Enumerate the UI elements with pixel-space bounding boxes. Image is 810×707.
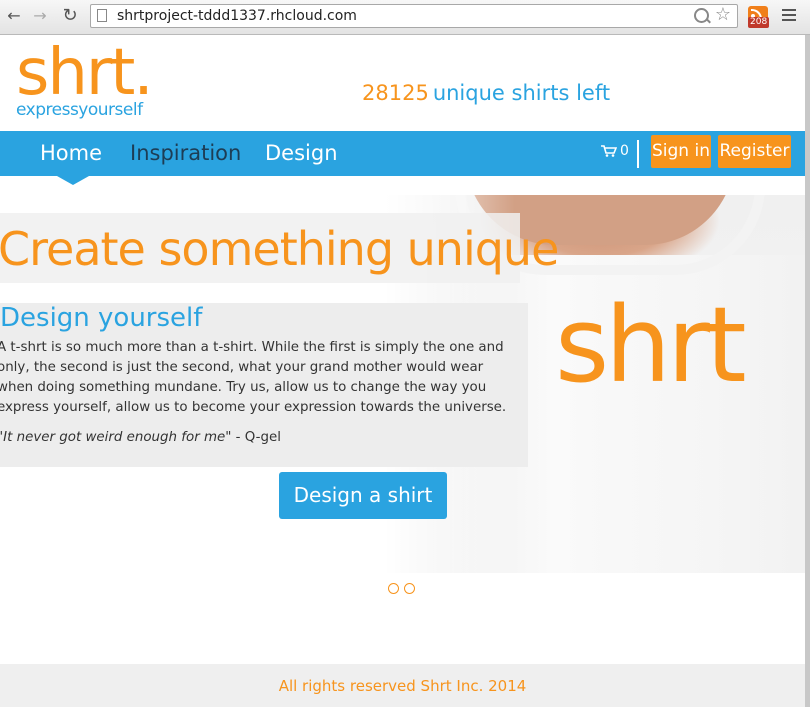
shirts-left-count: 28125 [362, 81, 429, 105]
logo-tagline: expressyourself [16, 100, 143, 120]
register-button[interactable]: Register [718, 135, 791, 168]
design-shirt-button[interactable]: Design a shirt [279, 472, 447, 519]
page: shrt. expressyourself 28125 unique shirts… [0, 35, 805, 707]
bookmark-star-icon[interactable]: ☆ [715, 5, 731, 25]
reload-icon[interactable]: ↻ [60, 6, 80, 26]
nav-design[interactable]: Design [265, 139, 338, 167]
address-bar[interactable]: shrtproject-tddd1337.rhcloud.com ☆ [90, 4, 738, 28]
shirts-left-text: unique shirts left [432, 81, 611, 105]
page-icon [97, 9, 107, 22]
active-nav-caret [57, 176, 89, 185]
hero-subheadline: Design yourself [0, 303, 203, 333]
zoom-icon[interactable] [694, 8, 709, 23]
cart-count: 0 [620, 143, 629, 159]
carousel-dot-2[interactable] [404, 583, 415, 594]
back-icon[interactable]: ← [4, 6, 24, 26]
url-text[interactable]: shrtproject-tddd1337.rhcloud.com [117, 7, 357, 25]
nav-divider [637, 140, 639, 168]
footer: All rights reserved Shrt Inc. 2014 [0, 664, 805, 707]
shirts-left-banner: 28125 unique shirts left [362, 81, 610, 105]
main-navbar: Home Inspiration Design 0 Sign in Regist… [0, 131, 805, 185]
rss-badge: 208 [748, 17, 770, 28]
scrollbar[interactable] [805, 35, 810, 707]
hero-quote: "It never got weird enough for me" - Q-g… [0, 430, 281, 445]
browser-menu-icon[interactable] [782, 9, 796, 23]
hero-headline: Create something unique [0, 222, 559, 276]
logo[interactable]: shrt. expressyourself [16, 35, 154, 120]
footer-text: All rights reserved Shrt Inc. 2014 [278, 677, 527, 695]
quote-author: - Q-gel [231, 430, 281, 445]
nav-inspiration[interactable]: Inspiration [130, 139, 241, 167]
sign-in-button[interactable]: Sign in [651, 135, 711, 168]
cart-icon [601, 145, 617, 157]
carousel-dot-1[interactable] [388, 583, 399, 594]
quote-text: "It never got weird enough for me" [0, 430, 232, 445]
browser-toolbar: ← → ↻ shrtproject-tddd1337.rhcloud.com ☆… [0, 0, 810, 35]
shirt-print-text: shrt [555, 284, 747, 406]
hero-description: A t-shrt is so much more than a t-shirt.… [0, 340, 507, 415]
forward-icon[interactable]: → [30, 6, 50, 26]
nav-home[interactable]: Home [40, 139, 102, 167]
